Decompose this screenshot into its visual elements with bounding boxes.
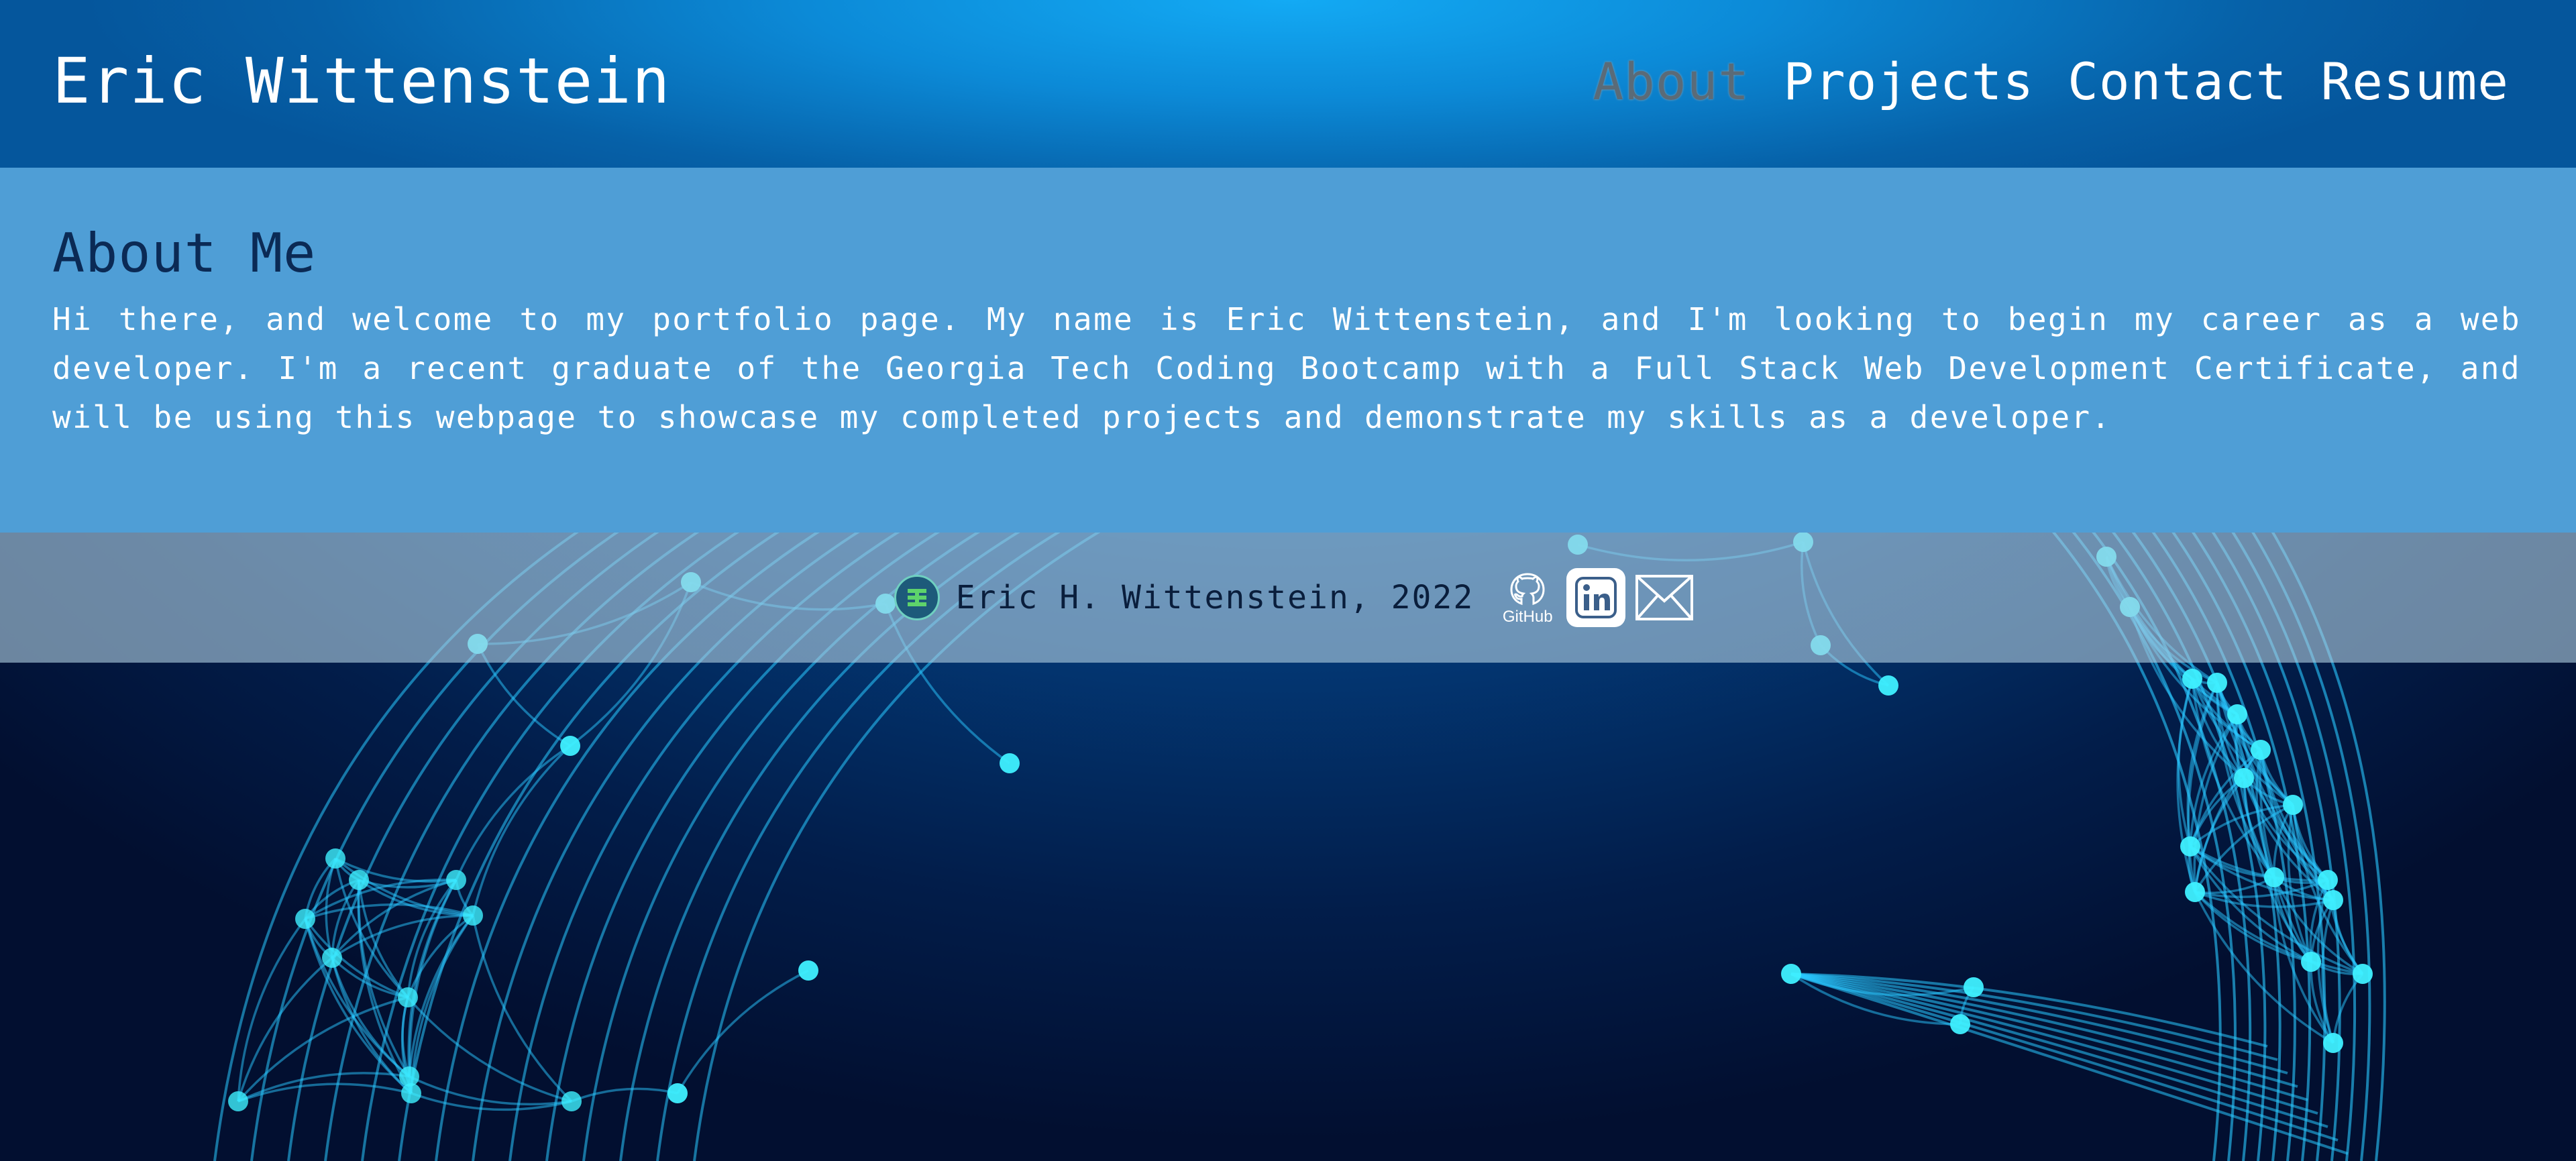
network-node (2323, 890, 2343, 910)
nav-about[interactable]: About (1593, 42, 1750, 122)
network-node (2180, 836, 2200, 856)
email-icon[interactable] (1633, 567, 1695, 628)
network-node (561, 1091, 582, 1111)
network-node (2185, 882, 2205, 902)
network-line (472, 744, 572, 916)
network-node (401, 1083, 421, 1103)
main-nav: About Projects Contact Resume (1593, 42, 2509, 122)
network-node (295, 909, 315, 929)
network-node (446, 870, 466, 890)
network-node (1000, 753, 1020, 773)
site-header: Eric Wittenstein About Projects Contact … (0, 0, 2576, 168)
network-node (1964, 977, 1984, 997)
network-node (2227, 704, 2247, 724)
network-line (676, 969, 809, 1094)
network-node (1781, 964, 1801, 984)
network-node (2207, 673, 2227, 693)
network-line (2332, 973, 2364, 1044)
network-node (2283, 795, 2303, 815)
about-heading: About Me (52, 222, 317, 284)
nav-contact[interactable]: Contact (2068, 42, 2287, 122)
github-label: GitHub (1502, 608, 1553, 626)
network-line (571, 1087, 678, 1103)
network-node (667, 1083, 688, 1103)
social-links: GitHub (1497, 567, 1695, 628)
network-node (2318, 870, 2338, 890)
network-node (398, 987, 418, 1007)
site-title[interactable]: Eric Wittenstein (52, 42, 670, 122)
network-node (2182, 669, 2202, 689)
nav-projects[interactable]: Projects (1783, 42, 2034, 122)
network-node (2234, 768, 2254, 788)
about-section: About Me Hi there, and welcome to my por… (0, 168, 2576, 533)
ew-logo-icon (894, 575, 940, 620)
network-node (349, 870, 369, 890)
network-line (304, 918, 413, 1095)
network-node (228, 1091, 248, 1111)
about-text: Hi there, and welcome to my portfolio pa… (52, 301, 2521, 435)
network-node (2264, 867, 2284, 887)
network-node (325, 848, 345, 869)
linkedin-icon[interactable] (1566, 568, 1626, 627)
copyright-text: Eric H. Wittenstein, 2022 (955, 579, 1474, 616)
network-node (463, 905, 483, 926)
network-node (798, 960, 818, 981)
nav-resume[interactable]: Resume (2320, 42, 2509, 122)
site-footer: Eric H. Wittenstein, 2022 GitHub (0, 533, 2576, 663)
footer-content: Eric H. Wittenstein, 2022 GitHub (894, 567, 1695, 628)
network-node (2353, 964, 2373, 984)
network-node (2323, 1033, 2343, 1053)
network-node (1878, 675, 1898, 696)
github-icon[interactable]: GitHub (1497, 567, 1558, 628)
network-node (1950, 1014, 1970, 1034)
network-node (560, 736, 580, 756)
network-node (2251, 740, 2271, 760)
network-node (2301, 952, 2321, 972)
network-node (322, 948, 342, 968)
